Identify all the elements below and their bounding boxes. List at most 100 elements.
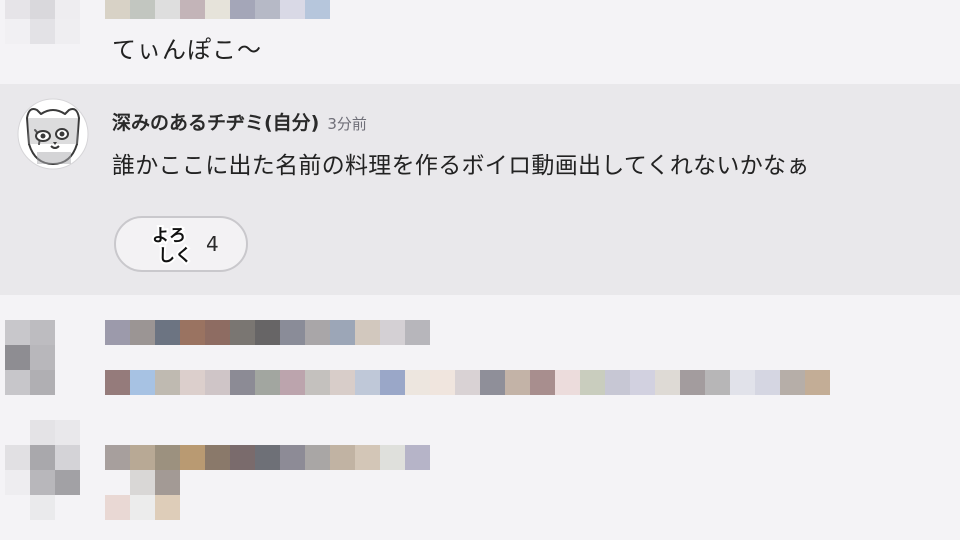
blur-pixel — [330, 370, 355, 395]
blur-pixel — [55, 445, 80, 470]
blur-pixel — [230, 320, 255, 345]
blur-pixel — [5, 370, 30, 395]
blur-pixel — [330, 320, 355, 345]
message-header: 深みのあるチヂミ(自分) 3分前 — [112, 108, 367, 135]
blurred-avatar-2 — [5, 420, 80, 520]
blur-pixel — [55, 345, 80, 370]
blur-pixel — [355, 370, 380, 395]
blur-pixel — [105, 0, 130, 19]
blur-pixel — [330, 445, 355, 470]
previous-message-text: てぃんぽこ〜 — [112, 36, 262, 64]
blur-pixel — [380, 445, 405, 470]
timestamp: 3分前 — [327, 115, 367, 133]
blur-pixel — [755, 370, 780, 395]
blur-pixel — [205, 370, 230, 395]
blur-pixel — [705, 370, 730, 395]
blur-pixel — [5, 19, 30, 44]
blur-pixel — [405, 320, 430, 345]
blur-pixel — [155, 320, 180, 345]
blur-pixel — [30, 420, 55, 445]
blur-pixel — [30, 320, 55, 345]
blur-pixel — [805, 370, 830, 395]
blur-pixel — [105, 320, 130, 345]
blur-pixel — [255, 445, 280, 470]
blur-pixel — [105, 445, 130, 470]
blur-pixel — [130, 470, 155, 495]
blur-pixel — [630, 370, 655, 395]
yoroshiku-stamp-icon: よろ しく — [150, 224, 194, 265]
blur-pixel — [555, 370, 580, 395]
reaction-button[interactable]: よろ しく 4 — [114, 216, 248, 272]
blur-pixel — [55, 0, 80, 19]
blur-pixel — [355, 445, 380, 470]
blur-pixel — [180, 370, 205, 395]
blur-pixel — [155, 445, 180, 470]
blur-pixel — [55, 420, 80, 445]
blur-pixel — [380, 370, 405, 395]
blur-pixel — [205, 320, 230, 345]
user-avatar[interactable] — [15, 98, 91, 170]
blur-pixel — [5, 470, 30, 495]
blur-pixel — [280, 320, 305, 345]
blur-pixel — [305, 320, 330, 345]
blur-pixel — [30, 370, 55, 395]
blur-pixel — [280, 370, 305, 395]
blurred-message-text-1 — [105, 370, 830, 395]
blur-pixel — [30, 19, 55, 44]
blur-pixel — [305, 370, 330, 395]
blur-pixel — [30, 0, 55, 19]
blur-pixel — [380, 320, 405, 345]
blur-pixel — [530, 370, 555, 395]
blur-pixel — [130, 495, 155, 520]
blur-pixel — [230, 370, 255, 395]
reaction-count: 4 — [206, 232, 219, 256]
blurred-message-text-2b — [105, 495, 180, 520]
blur-pixel — [580, 370, 605, 395]
blur-pixel — [155, 0, 180, 19]
blur-pixel — [55, 470, 80, 495]
blur-pixel — [55, 495, 80, 520]
blur-pixel — [255, 0, 280, 19]
blur-pixel — [105, 495, 130, 520]
blur-pixel — [55, 370, 80, 395]
blur-pixel — [455, 370, 480, 395]
blur-pixel — [155, 470, 180, 495]
blur-pixel — [55, 320, 80, 345]
blur-pixel — [180, 445, 205, 470]
blur-pixel — [155, 370, 180, 395]
blur-pixel — [180, 0, 205, 19]
blur-pixel — [605, 370, 630, 395]
blur-pixel — [30, 345, 55, 370]
blur-pixel — [405, 445, 430, 470]
blur-pixel — [30, 470, 55, 495]
blur-pixel — [405, 370, 430, 395]
blur-pixel — [30, 495, 55, 520]
blur-pixel — [230, 445, 255, 470]
blur-pixel — [780, 370, 805, 395]
stamp-text-line1: よろ — [152, 226, 186, 246]
blurred-avatar-1 — [5, 320, 80, 395]
blur-pixel — [130, 0, 155, 19]
blur-pixel — [680, 370, 705, 395]
blur-pixel — [30, 445, 55, 470]
blur-pixel — [730, 370, 755, 395]
blur-pixel — [480, 370, 505, 395]
blur-pixel — [5, 445, 30, 470]
blur-pixel — [205, 445, 230, 470]
blur-pixel — [305, 445, 330, 470]
blur-pixel — [280, 445, 305, 470]
blur-pixel — [305, 0, 330, 19]
blur-pixel — [5, 420, 30, 445]
blur-pixel — [505, 370, 530, 395]
username[interactable]: 深みのあるチヂミ(自分) — [112, 108, 319, 135]
previous-user-avatar-blurred — [5, 0, 80, 44]
blur-pixel — [105, 370, 130, 395]
blurred-username-2 — [105, 445, 430, 470]
blur-pixel — [155, 495, 180, 520]
blur-pixel — [5, 345, 30, 370]
blur-pixel — [5, 495, 30, 520]
previous-username-blurred — [105, 0, 330, 19]
blur-pixel — [130, 445, 155, 470]
blur-pixel — [355, 320, 380, 345]
blur-pixel — [180, 320, 205, 345]
